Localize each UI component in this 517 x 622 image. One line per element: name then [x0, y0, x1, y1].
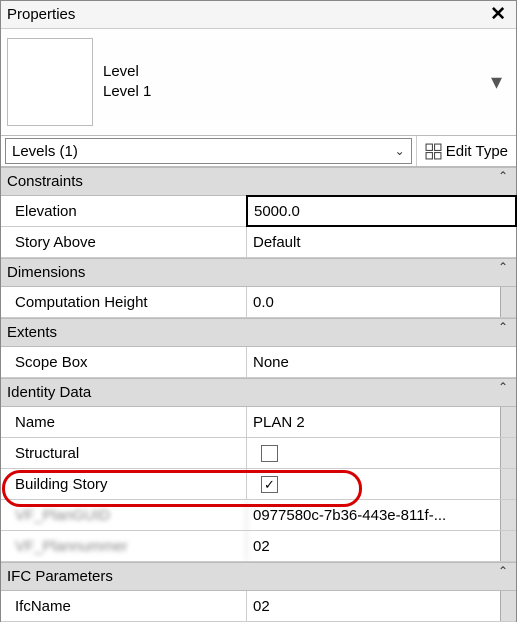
- chevron-down-icon[interactable]: ▾: [483, 69, 510, 95]
- edit-type-icon: [425, 143, 442, 160]
- collapse-icon[interactable]: ⌃: [496, 261, 510, 275]
- group-extents[interactable]: Extents ⌃: [1, 318, 516, 347]
- group-heading: Extents: [7, 324, 57, 341]
- instance-filter-select[interactable]: Levels (1) ⌄: [5, 138, 412, 164]
- edit-type-button[interactable]: Edit Type: [416, 136, 516, 166]
- instance-filter-label: Levels (1): [12, 143, 78, 160]
- ifcname-field[interactable]: 02: [247, 591, 516, 621]
- side-button[interactable]: [500, 407, 516, 437]
- building-story-label: Building Story: [1, 469, 247, 499]
- chevron-down-icon: ⌄: [395, 144, 405, 158]
- group-heading: Constraints: [7, 173, 83, 190]
- collapse-icon[interactable]: ⌃: [496, 321, 510, 335]
- structural-label: Structural: [1, 438, 247, 468]
- building-story-field[interactable]: [247, 469, 516, 499]
- side-button[interactable]: [500, 469, 516, 499]
- hidden1-field[interactable]: 0977580c-7b36-443e-811f-...: [247, 500, 516, 530]
- ifcname-label: IfcName: [1, 591, 247, 621]
- structural-checkbox[interactable]: [261, 445, 278, 462]
- edit-type-label: Edit Type: [446, 143, 508, 160]
- type-thumbnail: [7, 38, 93, 126]
- group-identity[interactable]: Identity Data ⌃: [1, 378, 516, 407]
- name-field[interactable]: PLAN 2: [247, 407, 516, 437]
- panel-title: Properties: [7, 6, 486, 23]
- group-ifc[interactable]: IFC Parameters ⌃: [1, 562, 516, 591]
- hidden2-label: VF_Plannummer: [1, 531, 247, 561]
- collapse-icon[interactable]: ⌃: [496, 381, 510, 395]
- computation-height-value: 0.0: [253, 294, 274, 311]
- scope-box-value: None: [253, 354, 289, 371]
- elevation-value: 5000.0: [254, 203, 300, 220]
- group-dimensions[interactable]: Dimensions ⌃: [1, 258, 516, 287]
- structural-field[interactable]: [247, 438, 516, 468]
- scope-box-field[interactable]: None: [247, 347, 516, 377]
- building-story-checkbox[interactable]: [261, 476, 278, 493]
- collapse-icon[interactable]: ⌃: [496, 170, 510, 184]
- computation-height-label: Computation Height: [1, 287, 247, 317]
- hidden2-value: 02: [253, 538, 270, 555]
- story-above-value: Default: [253, 234, 301, 251]
- group-heading: Dimensions: [7, 264, 85, 281]
- type-name: Level 1: [103, 82, 483, 102]
- type-selector[interactable]: Level Level 1 ▾: [1, 29, 516, 135]
- group-constraints[interactable]: Constraints ⌃: [1, 167, 516, 196]
- side-button[interactable]: [500, 531, 516, 561]
- side-button[interactable]: [500, 438, 516, 468]
- name-label: Name: [1, 407, 247, 437]
- type-category: Level: [103, 62, 483, 82]
- hidden1-label: VF_PlanGUID: [1, 500, 247, 530]
- story-above-field[interactable]: Default: [247, 227, 516, 257]
- name-value: PLAN 2: [253, 414, 305, 431]
- hidden1-value: 0977580c-7b36-443e-811f-...: [253, 507, 446, 524]
- side-button[interactable]: [500, 591, 516, 621]
- group-heading: Identity Data: [7, 384, 91, 401]
- side-button[interactable]: [500, 287, 516, 317]
- side-button[interactable]: [500, 500, 516, 530]
- elevation-field[interactable]: 5000.0: [246, 195, 517, 227]
- group-heading: IFC Parameters: [7, 568, 113, 585]
- computation-height-field[interactable]: 0.0: [247, 287, 516, 317]
- hidden2-field[interactable]: 02: [247, 531, 516, 561]
- story-above-label: Story Above: [1, 227, 247, 257]
- ifcname-value: 02: [253, 598, 270, 615]
- scope-box-label: Scope Box: [1, 347, 247, 377]
- elevation-label: Elevation: [1, 196, 247, 226]
- collapse-icon[interactable]: ⌃: [496, 565, 510, 579]
- close-icon[interactable]: ✕: [486, 3, 510, 26]
